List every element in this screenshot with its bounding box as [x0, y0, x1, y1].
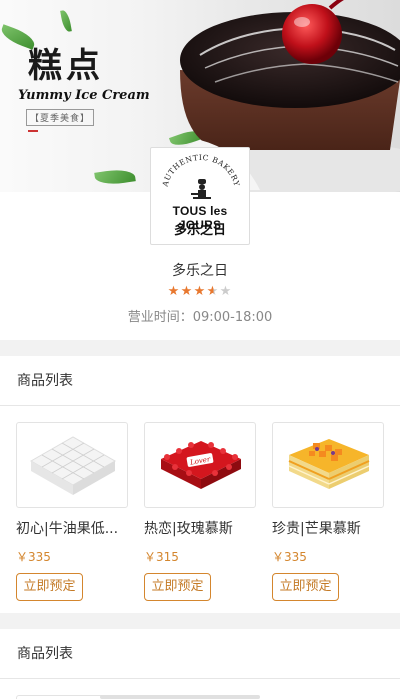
product-price: ￥315 — [144, 550, 179, 564]
star-half-icon: ★ — [206, 284, 220, 299]
reserve-button[interactable]: 立即预定 — [16, 573, 83, 601]
section-title: 商品列表 — [0, 356, 400, 406]
product-image-white-hexagon-cake[interactable] — [16, 422, 128, 508]
section-title: 商品列表 — [0, 629, 400, 679]
product-name: 初心|牛油果低... — [16, 521, 119, 537]
product-name: 热恋|玫瑰慕斯 — [144, 521, 233, 537]
reserve-button[interactable]: 立即预定 — [144, 573, 211, 601]
star-icon: ★ — [193, 284, 207, 299]
product-name-partial — [100, 695, 260, 699]
product-section: 商品列表 — [0, 629, 400, 699]
store-page: 糕点 Yummy Ice Cream 【夏季美食】 多乐之日 ★★★★★ 营业时… — [0, 0, 400, 699]
star-icon: ★ — [180, 284, 194, 299]
product-price: ￥335 — [272, 550, 307, 564]
baker-icon — [191, 179, 211, 199]
product-card[interactable]: 珍贵|芒果慕斯 ￥335 立即预定 — [272, 422, 384, 601]
product-image-red-rose-cake[interactable]: Lover — [144, 422, 256, 508]
product-card[interactable]: 初心|牛油果低... ￥335 立即预定 — [16, 422, 128, 601]
product-image-mango-layer-cake[interactable] — [272, 422, 384, 508]
mango-layer-cake-icon — [288, 439, 370, 489]
product-name: 珍贵|芒果慕斯 — [272, 521, 361, 537]
product-price: ￥335 — [16, 550, 51, 564]
star-icon: ★ — [167, 284, 181, 299]
store-logo: AUTHENTIC BAKERY TOUS les JOURS 多乐之日 — [150, 147, 250, 245]
reserve-button[interactable]: 立即预定 — [272, 573, 339, 601]
store-name: 多乐之日 — [172, 263, 228, 279]
red-rose-cake-icon: Lover — [161, 441, 241, 489]
logo-brand-cn: 多乐之日 — [173, 223, 226, 238]
product-card[interactable]: Lover 热恋|玫瑰慕斯 ￥315 立即预定 — [144, 422, 256, 601]
business-hours: 营业时间：09:00-18:00 — [127, 310, 273, 325]
product-section: 商品列表 初心|牛油果低... ￥335 立即预定 Lover 热恋|玫瑰慕斯 … — [0, 356, 400, 613]
rating-stars: ★★★★★ — [0, 284, 400, 299]
star-empty-icon: ★ — [219, 284, 233, 299]
white-hexagon-cake-icon — [29, 436, 117, 495]
